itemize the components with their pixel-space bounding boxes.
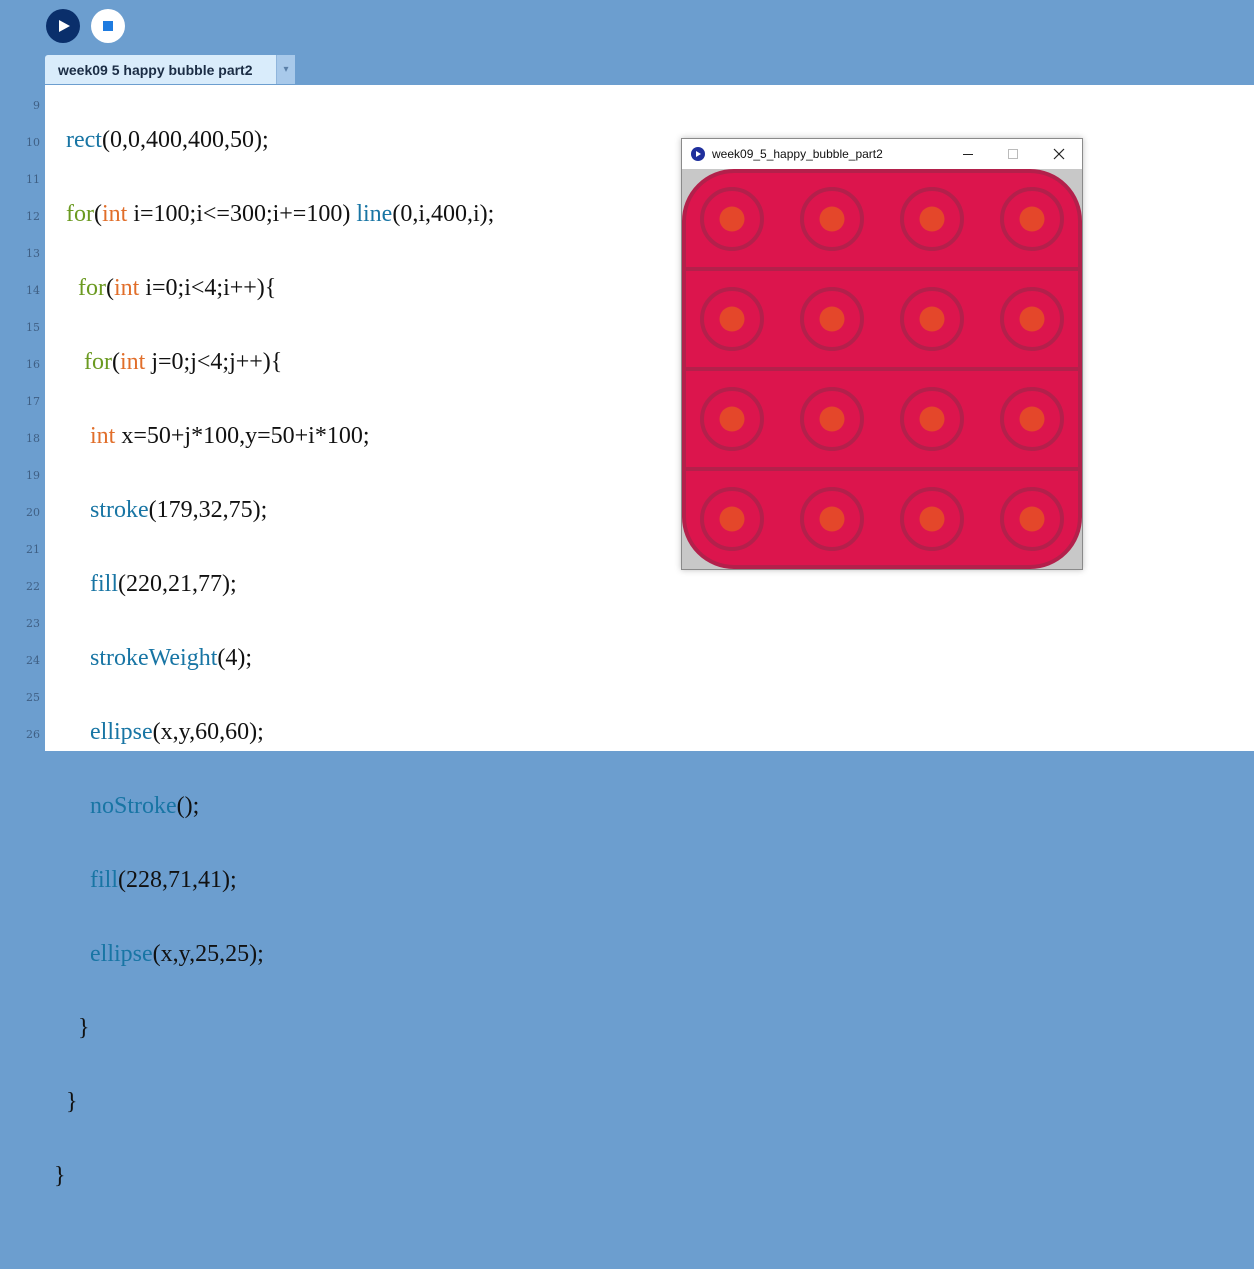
code-line: fill(220,21,77); [90,571,237,597]
line-number: 21 [26,543,40,556]
window-titlebar[interactable]: week09_5_happy_bubble_part2 [682,139,1082,169]
bubble-inner [719,206,745,232]
line-number: 20 [26,506,40,519]
tab-sketch[interactable]: week09 5 happy bubble part2 [45,55,276,84]
bubble-inner [819,406,845,432]
stop-icon [103,21,113,31]
stop-button[interactable] [91,9,125,43]
bubble-inner [719,306,745,332]
bubble-inner [819,506,845,532]
code-line: ellipse(x,y,60,60); [90,719,264,745]
code-line: int x=50+j*100,y=50+i*100; [90,423,370,449]
close-button[interactable] [1036,139,1082,169]
processing-icon [691,147,705,161]
bubble-inner [1019,406,1045,432]
bubble-inner [719,506,745,532]
line-number: 14 [26,284,40,297]
code-line: } [54,1089,78,1115]
line-number: 9 [33,99,40,112]
bubble-inner [919,206,945,232]
line-number: 26 [26,728,40,741]
close-icon [1053,148,1065,160]
code-line: stroke(179,32,75); [90,497,268,523]
line-number: 13 [26,247,40,260]
code-line: for(int i=0;i<4;i++){ [78,275,277,301]
line-number: 19 [26,469,40,482]
toolbar [0,0,1254,54]
sketch-canvas[interactable] [682,169,1082,569]
bubble-drawing [682,169,1082,569]
minimize-icon [963,154,973,155]
line-number: 11 [26,173,40,186]
line-number: 25 [26,691,40,704]
bubble-inner [1019,506,1045,532]
bubble-inner [919,406,945,432]
line-number: 24 [26,654,40,667]
bubble-inner [919,306,945,332]
line-number: 12 [26,210,40,223]
code-line: noStroke(); [90,793,200,819]
bubble-inner [1019,206,1045,232]
maximize-icon [1008,149,1018,159]
sketch-window: week09_5_happy_bubble_part2 [681,138,1083,570]
bubble-inner [719,406,745,432]
code-line: rect(0,0,400,400,50); [66,127,269,153]
line-number: 22 [26,580,40,593]
bubble-inner [919,506,945,532]
minimize-button[interactable] [945,139,991,169]
play-icon [59,20,70,32]
code-line: strokeWeight(4); [90,645,253,671]
line-number: 16 [26,358,40,371]
window-title: week09_5_happy_bubble_part2 [712,147,883,161]
chevron-down-icon: ▾ [283,64,289,75]
bubble-inner [1019,306,1045,332]
code-line: } [54,1163,66,1189]
line-number: 18 [26,432,40,445]
maximize-button[interactable] [990,139,1036,169]
code-line: ellipse(x,y,25,25); [90,941,264,967]
code-line: fill(228,71,41); [90,867,237,893]
line-number: 15 [26,321,40,334]
line-number: 23 [26,617,40,630]
code-line: for(int j=0;j<4;j++){ [84,349,283,375]
line-number: 10 [26,136,40,149]
line-number-gutter: 9 10 11 12 13 14 15 16 17 18 19 20 21 22… [0,85,45,751]
code-line: for(int i=100;i<=300;i+=100) line(0,i,40… [66,201,495,227]
bubble-inner [819,306,845,332]
bubble-inner [819,206,845,232]
code-line: } [54,1015,90,1041]
run-button[interactable] [46,9,80,43]
tab-label: week09 5 happy bubble part2 [58,61,253,78]
line-number: 17 [26,395,40,408]
code-text: rect(0,0,400,400,50); for(int i=100;i<=3… [54,85,494,1269]
tab-menu-button[interactable]: ▾ [276,55,295,84]
